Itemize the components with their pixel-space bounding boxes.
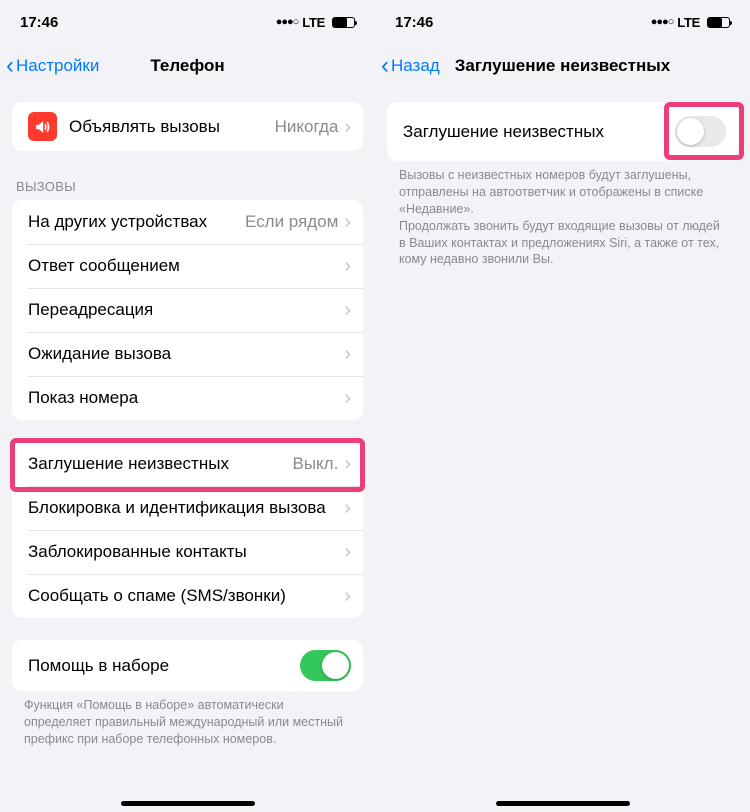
group-silence: Заглушение неизвестных <box>387 102 738 161</box>
signal-icon: ●●●○ <box>651 16 674 28</box>
network-label: LTE <box>302 15 325 30</box>
chevron-left-icon: ‹ <box>381 54 389 78</box>
row-label: Блокировка и идентификация вызова <box>28 498 344 518</box>
row-label: Показ номера <box>28 388 344 408</box>
nav-bar: ‹ Настройки Телефон <box>0 44 375 88</box>
nav-bar: ‹ Назад Заглушение неизвестных <box>375 44 750 88</box>
network-label: LTE <box>677 15 700 30</box>
row-call-waiting[interactable]: Ожидание вызова › <box>12 332 363 376</box>
chevron-right-icon: › <box>344 454 351 474</box>
group-announce: Объявлять вызовы Никогда › <box>12 102 363 151</box>
chevron-right-icon: › <box>344 117 351 137</box>
row-report-spam[interactable]: Сообщать о спаме (SMS/звонки) › <box>12 574 363 618</box>
row-label: Помощь в наборе <box>28 656 300 676</box>
row-label: Объявлять вызовы <box>69 117 275 137</box>
battery-icon <box>704 17 730 28</box>
row-announce-calls[interactable]: Объявлять вызовы Никогда › <box>12 102 363 151</box>
status-right: ●●●○ LTE <box>276 15 355 30</box>
scroll-area[interactable]: Заглушение неизвестных Вызовы с неизвест… <box>375 88 750 812</box>
status-bar: 17:46 ●●●○ LTE <box>375 0 750 44</box>
row-label: Заблокированные контакты <box>28 542 344 562</box>
row-label: Ответ сообщением <box>28 256 344 276</box>
chevron-right-icon: › <box>344 256 351 276</box>
screen-silence-unknown: 17:46 ●●●○ LTE ‹ Назад Заглушение неизве… <box>375 0 750 812</box>
row-label: Заглушение неизвестных <box>28 454 292 474</box>
row-value: Если рядом <box>245 212 338 232</box>
toggle-silence-unknown[interactable] <box>675 116 726 147</box>
scroll-area[interactable]: Объявлять вызовы Никогда › ВЫЗОВЫ На дру… <box>0 88 375 812</box>
chevron-left-icon: ‹ <box>6 54 14 78</box>
announce-icon <box>28 112 57 141</box>
home-indicator[interactable] <box>496 801 630 806</box>
row-caller-id[interactable]: Показ номера › <box>12 376 363 420</box>
back-button[interactable]: ‹ Настройки <box>6 44 99 88</box>
row-label: На других устройствах <box>28 212 245 232</box>
row-forwarding[interactable]: Переадресация › <box>12 288 363 332</box>
status-bar: 17:46 ●●●○ LTE <box>0 0 375 44</box>
dial-assist-note: Функция «Помощь в наборе» автоматически … <box>0 691 375 748</box>
chevron-right-icon: › <box>344 498 351 518</box>
section-header-calls: ВЫЗОВЫ <box>0 173 375 200</box>
row-silence-unknown[interactable]: Заглушение неизвестных Выкл. › <box>12 442 363 486</box>
row-label: Заглушение неизвестных <box>403 122 675 142</box>
status-time: 17:46 <box>395 14 433 31</box>
status-time: 17:46 <box>20 14 58 31</box>
home-indicator[interactable] <box>121 801 255 806</box>
row-label: Сообщать о спаме (SMS/звонки) <box>28 586 344 606</box>
row-label: Переадресация <box>28 300 344 320</box>
row-blocked-contacts[interactable]: Заблокированные контакты › <box>12 530 363 574</box>
back-label: Настройки <box>16 56 99 76</box>
back-button[interactable]: ‹ Назад <box>381 44 440 88</box>
screen-phone-settings: 17:46 ●●●○ LTE ‹ Настройки Телефон О <box>0 0 375 812</box>
chevron-right-icon: › <box>344 586 351 606</box>
row-label: Ожидание вызова <box>28 344 344 364</box>
battery-icon <box>329 17 355 28</box>
row-other-devices[interactable]: На других устройствах Если рядом › <box>12 200 363 244</box>
chevron-right-icon: › <box>344 344 351 364</box>
row-value: Никогда <box>275 117 339 137</box>
status-right: ●●●○ LTE <box>651 15 730 30</box>
chevron-right-icon: › <box>344 388 351 408</box>
row-reply-message[interactable]: Ответ сообщением › <box>12 244 363 288</box>
group-blocking: Заглушение неизвестных Выкл. › Блокировк… <box>12 442 363 618</box>
group-dial-assist: Помощь в наборе <box>12 640 363 691</box>
row-value: Выкл. <box>292 454 338 474</box>
group-calls: На других устройствах Если рядом › Ответ… <box>12 200 363 420</box>
row-silence-toggle[interactable]: Заглушение неизвестных <box>387 102 738 161</box>
toggle-dial-assist[interactable] <box>300 650 351 681</box>
row-dial-assist[interactable]: Помощь в наборе <box>12 640 363 691</box>
signal-icon: ●●●○ <box>276 16 299 28</box>
chevron-right-icon: › <box>344 300 351 320</box>
chevron-right-icon: › <box>344 212 351 232</box>
row-block-identify[interactable]: Блокировка и идентификация вызова › <box>12 486 363 530</box>
chevron-right-icon: › <box>344 542 351 562</box>
page-title: Заглушение неизвестных <box>455 56 670 76</box>
page-title: Телефон <box>150 56 224 76</box>
back-label: Назад <box>391 56 440 76</box>
silence-note: Вызовы с неизвестных номеров будут заглу… <box>375 161 750 268</box>
